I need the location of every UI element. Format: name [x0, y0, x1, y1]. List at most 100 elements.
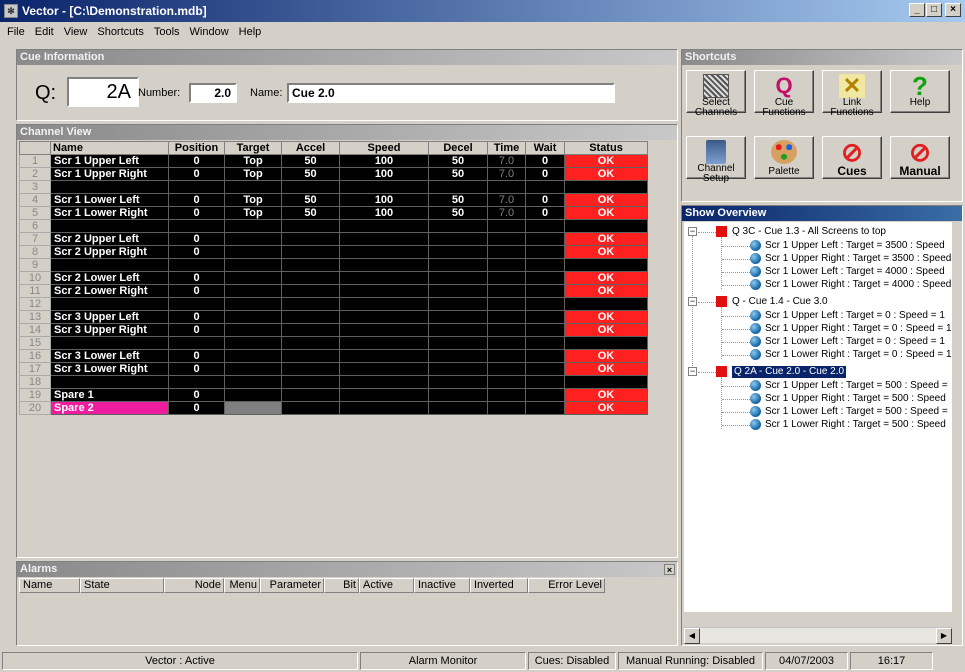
position-cell[interactable]: 0	[168, 310, 225, 324]
accel-cell[interactable]	[281, 219, 340, 233]
decel-cell[interactable]	[428, 245, 488, 259]
position-cell[interactable]: 0	[168, 206, 225, 220]
status-cell[interactable]	[564, 258, 648, 272]
scroll-right-icon[interactable]: ▶	[936, 628, 952, 644]
position-cell[interactable]	[168, 375, 225, 389]
accel-cell[interactable]	[281, 245, 340, 259]
menu-edit[interactable]: Edit	[30, 26, 59, 38]
wait-cell[interactable]	[525, 401, 565, 415]
collapse-icon[interactable]: −	[688, 227, 697, 236]
channel-name-cell[interactable]: Spare 1	[50, 388, 169, 402]
col-header-accel[interactable]: Accel	[281, 141, 340, 155]
table-row[interactable]: 4 Scr 1 Lower Left 0 Top 50 100 50 7.0 0 OK	[19, 193, 648, 207]
table-row[interactable]: 10 Scr 2 Lower Left 0 OK	[19, 271, 648, 285]
tree-channel-node[interactable]: Scr 1 Upper Left : Target = 0 : Speed = …	[765, 310, 945, 322]
position-cell[interactable]	[168, 219, 225, 233]
decel-cell[interactable]: 50	[428, 154, 488, 168]
position-cell[interactable]	[168, 297, 225, 311]
help-button[interactable]: ? Help	[890, 70, 950, 113]
target-cell[interactable]	[224, 336, 282, 350]
col-header-name[interactable]: Name	[50, 141, 169, 155]
alarm-col-error-level[interactable]: Error Level	[528, 578, 605, 593]
speed-cell[interactable]	[339, 245, 429, 259]
time-cell[interactable]	[487, 323, 526, 337]
status-cell[interactable]: OK	[564, 310, 648, 324]
wait-cell[interactable]	[525, 336, 565, 350]
wait-cell[interactable]	[525, 219, 565, 233]
target-cell[interactable]	[224, 388, 282, 402]
decel-cell[interactable]	[428, 271, 488, 285]
time-cell[interactable]	[487, 375, 526, 389]
speed-cell[interactable]	[339, 375, 429, 389]
time-cell[interactable]	[487, 219, 526, 233]
status-cell[interactable]: OK	[564, 232, 648, 246]
manual-button[interactable]: ⊘ Manual	[890, 136, 950, 179]
tree-channel-node[interactable]: Scr 1 Upper Right : Target = 3500 : Spee…	[765, 253, 951, 265]
wait-cell[interactable]	[525, 297, 565, 311]
collapse-icon[interactable]: −	[688, 297, 697, 306]
time-cell[interactable]	[487, 180, 526, 194]
accel-cell[interactable]	[281, 297, 340, 311]
table-row[interactable]: 19 Spare 1 0 OK	[19, 388, 648, 402]
tree-channel-node[interactable]: Scr 1 Lower Right : Target = 4000 : Spee…	[765, 279, 951, 291]
time-cell[interactable]	[487, 232, 526, 246]
status-cell[interactable]: OK	[564, 388, 648, 402]
position-cell[interactable]	[168, 258, 225, 272]
table-row[interactable]: 14 Scr 3 Upper Right 0 OK	[19, 323, 648, 337]
speed-cell[interactable]	[339, 219, 429, 233]
channel-name-cell[interactable]: Scr 1 Lower Right	[50, 206, 169, 220]
channel-name-cell[interactable]: Scr 1 Upper Right	[50, 167, 169, 181]
time-cell[interactable]	[487, 271, 526, 285]
position-cell[interactable]: 0	[168, 388, 225, 402]
speed-cell[interactable]	[339, 388, 429, 402]
time-cell[interactable]: 7.0	[487, 193, 526, 207]
status-cell[interactable]: OK	[564, 154, 648, 168]
speed-cell[interactable]	[339, 297, 429, 311]
status-cell[interactable]	[564, 180, 648, 194]
status-cell[interactable]	[564, 219, 648, 233]
alarms-close-icon[interactable]: ×	[664, 564, 675, 575]
decel-cell[interactable]	[428, 375, 488, 389]
target-cell[interactable]	[224, 180, 282, 194]
table-row[interactable]: 12	[19, 297, 648, 311]
speed-cell[interactable]	[339, 336, 429, 350]
speed-cell[interactable]	[339, 401, 429, 415]
col-header-decel[interactable]: Decel	[428, 141, 488, 155]
table-row[interactable]: 5 Scr 1 Lower Right 0 Top 50 100 50 7.0 0 OK	[19, 206, 648, 220]
wait-cell[interactable]: 0	[525, 193, 565, 207]
menu-window[interactable]: Window	[185, 26, 234, 38]
channel-name-cell[interactable]: Scr 2 Lower Left	[50, 271, 169, 285]
time-cell[interactable]: 7.0	[487, 167, 526, 181]
accel-cell[interactable]	[281, 232, 340, 246]
cues-button[interactable]: ⊘ Cues	[822, 136, 882, 179]
col-header-target[interactable]: Target	[224, 141, 282, 155]
table-row[interactable]: 20 Spare 2 0 OK	[19, 401, 648, 415]
target-cell[interactable]	[224, 362, 282, 376]
alarm-col-inactive[interactable]: Inactive	[414, 578, 470, 593]
status-cell[interactable]	[564, 297, 648, 311]
target-cell[interactable]	[224, 323, 282, 337]
table-row[interactable]: 17 Scr 3 Lower Right 0 OK	[19, 362, 648, 376]
speed-cell[interactable]	[339, 362, 429, 376]
accel-cell[interactable]: 50	[281, 167, 340, 181]
target-cell[interactable]	[224, 284, 282, 298]
alarm-col-menu[interactable]: Menu	[224, 578, 260, 593]
status-cell[interactable]: OK	[564, 206, 648, 220]
table-row[interactable]: 15	[19, 336, 648, 350]
wait-cell[interactable]: 0	[525, 154, 565, 168]
table-row[interactable]: 6	[19, 219, 648, 233]
alarm-col-name[interactable]: Name	[19, 578, 80, 593]
position-cell[interactable]: 0	[168, 284, 225, 298]
time-cell[interactable]	[487, 245, 526, 259]
table-row[interactable]: 18	[19, 375, 648, 389]
wait-cell[interactable]	[525, 245, 565, 259]
maximize-button[interactable]: □	[926, 3, 942, 17]
decel-cell[interactable]	[428, 232, 488, 246]
time-cell[interactable]	[487, 388, 526, 402]
close-button[interactable]: ×	[945, 3, 961, 17]
channel-name-cell[interactable]: Scr 1 Lower Left	[50, 193, 169, 207]
decel-cell[interactable]	[428, 258, 488, 272]
wait-cell[interactable]	[525, 310, 565, 324]
speed-cell[interactable]: 100	[339, 167, 429, 181]
speed-cell[interactable]	[339, 180, 429, 194]
